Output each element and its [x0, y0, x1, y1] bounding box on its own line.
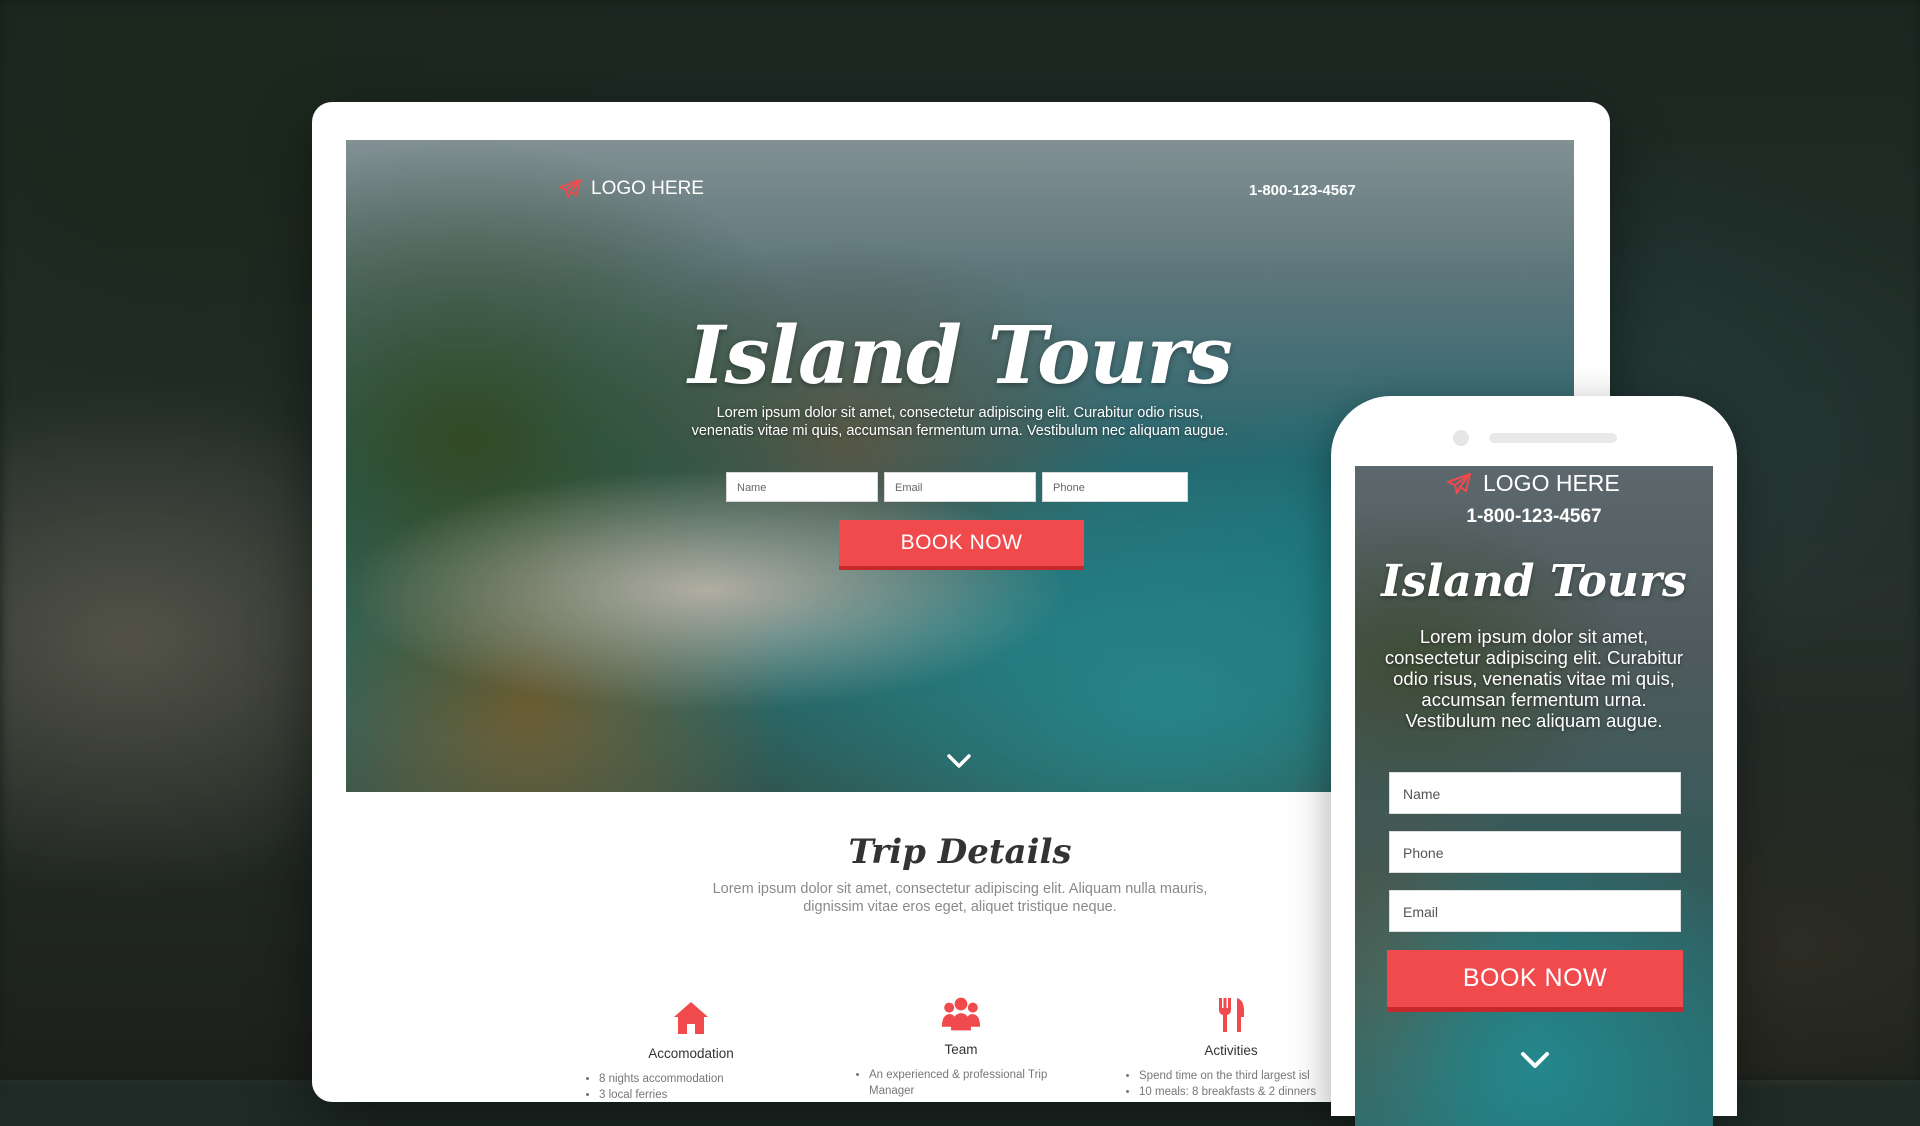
book-now-button[interactable]: BOOK NOW: [839, 520, 1084, 570]
chevron-down-icon[interactable]: [946, 753, 972, 769]
feature-accomodation: Accomodation 8 nights accommodation 3 lo…: [581, 998, 801, 1100]
logo[interactable]: LOGO HERE: [559, 178, 704, 200]
home-icon: [674, 1002, 708, 1034]
feature-item: 10 meals: 8 breakfasts & 2 dinners: [1139, 1084, 1341, 1100]
feature-list: Spend time on the third largest isl 10 m…: [1121, 1068, 1341, 1100]
mobile-logo[interactable]: LOGO HERE: [1447, 470, 1620, 497]
utensils-icon: [1219, 998, 1244, 1032]
chevron-down-icon[interactable]: [1520, 1051, 1550, 1069]
feature-list: An experienced & professional Trip Manag…: [851, 1067, 1071, 1099]
mobile-screen: LOGO HERE 1-800-123-4567 Island Tours Lo…: [1355, 466, 1713, 1126]
feature-activities: Activities Spend time on the third large…: [1121, 995, 1341, 1100]
feature-list: 8 nights accommodation 3 local ferries: [581, 1071, 801, 1100]
feature-title: Accomodation: [648, 1046, 734, 1061]
feature-item: An experienced & professional Trip Manag…: [869, 1067, 1071, 1099]
mobile-hero-subtitle: Lorem ipsum dolor sit amet, consectetur …: [1375, 626, 1693, 731]
mobile-email-field[interactable]: Email: [1389, 890, 1681, 932]
mobile-name-field[interactable]: Name: [1389, 772, 1681, 814]
email-field[interactable]: Email: [884, 472, 1036, 502]
booking-form: Name Email Phone: [726, 472, 1188, 502]
phone-field[interactable]: Phone: [1042, 472, 1188, 502]
phone-number[interactable]: 1-800-123-4567: [1249, 182, 1356, 199]
mobile-phone-field[interactable]: Phone: [1389, 831, 1681, 873]
mobile-phone-number[interactable]: 1-800-123-4567: [1355, 506, 1713, 528]
paper-plane-icon: [1447, 472, 1471, 494]
paper-plane-icon: [559, 179, 581, 199]
mobile-subtitle-line: consectetur adipiscing elit. Curabitur: [1384, 647, 1684, 668]
feature-item: 3 local ferries: [599, 1087, 801, 1100]
logo-text: LOGO HERE: [591, 178, 704, 199]
name-field[interactable]: Name: [726, 472, 878, 502]
team-icon: [941, 997, 981, 1031]
mobile-subtitle-line: Vestibulum nec aliquam augue.: [1405, 710, 1663, 731]
feature-item: 8 nights accommodation: [599, 1071, 801, 1087]
hero-subtitle-line: venenatis vitae mi quis, accumsan fermen…: [691, 423, 1229, 439]
mobile-hero-title: Island Tours: [1381, 556, 1687, 607]
mobile-subtitle-line: accumsan fermentum urna.: [1421, 689, 1647, 710]
logo-text: LOGO HERE: [1483, 470, 1620, 496]
feature-item: Spend time on the third largest isl: [1139, 1068, 1341, 1084]
feature-title: Activities: [1204, 1043, 1258, 1058]
feature-title: Team: [944, 1042, 978, 1057]
feature-team: Team An experienced & professional Trip …: [851, 994, 1071, 1099]
hero-subtitle: Lorem ipsum dolor sit amet, consectetur …: [346, 404, 1574, 440]
mobile-subtitle-line: odio risus, venenatis vitae mi quis,: [1393, 668, 1675, 689]
mobile-subtitle-line: Lorem ipsum dolor sit amet,: [1419, 626, 1649, 647]
mobile-book-now-button[interactable]: BOOK NOW: [1387, 950, 1683, 1012]
mobile-frame: LOGO HERE 1-800-123-4567 Island Tours Lo…: [1331, 396, 1737, 1126]
hero-title: Island Tours: [688, 308, 1233, 402]
hero-subtitle-line: Lorem ipsum dolor sit amet, consectetur …: [716, 405, 1204, 421]
